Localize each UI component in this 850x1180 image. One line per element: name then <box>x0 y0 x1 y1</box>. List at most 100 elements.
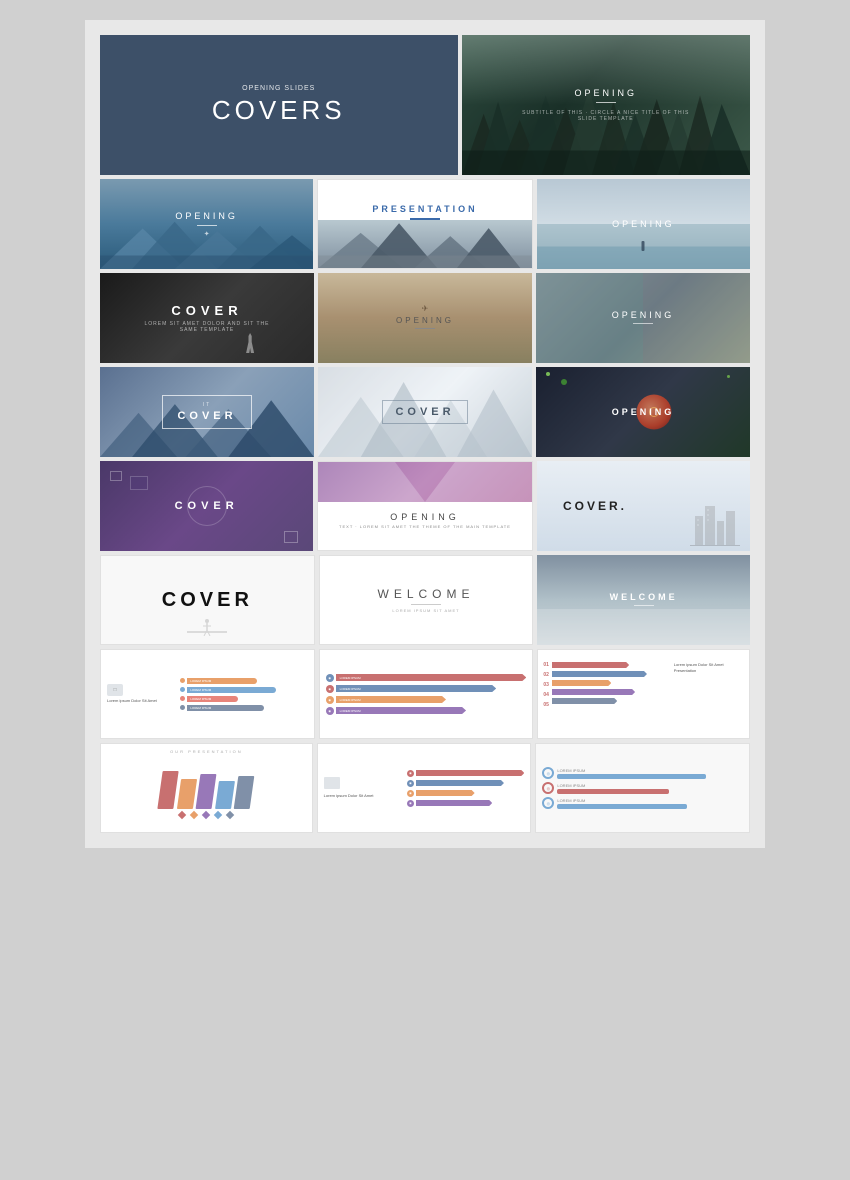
info6-label-3: LOREM IPSUM <box>557 798 743 803</box>
diamond-4 <box>214 810 222 818</box>
slide-infographic4[interactable]: OUR PRESENTATION <box>100 743 313 833</box>
slide-infographic5[interactable]: Lorem ipsum Dolor Sit Amet ◉ ◉ ◉ ◉ <box>317 743 532 833</box>
chevron-3: LOREM IPSUM <box>336 696 446 703</box>
icon-circle-3: ◉ <box>326 696 334 704</box>
flowers-text-area: OPENING TEXT · LOREM SIT AMET THE THEME … <box>339 512 511 529</box>
slide-mountains-blue[interactable]: OPENING ✦ <box>100 179 313 269</box>
slide-covers-main[interactable]: Opening Slides COVERS <box>100 35 458 175</box>
slide-opening-winter-title: OPENING <box>612 310 675 320</box>
slide-opening-winter[interactable]: OPENING <box>536 273 750 363</box>
info5-left: Lorem ipsum Dolor Sit Amet <box>324 777 404 798</box>
welcome-fog-divider <box>634 605 654 606</box>
ib4 <box>416 800 492 806</box>
num-03: 03 <box>543 682 549 688</box>
slide-cover-dark[interactable]: COVER LOREM SIT AMET DOLOR AND SIT THE S… <box>100 273 314 363</box>
num-04: 04 <box>543 692 549 698</box>
slide-cover-white-big[interactable]: COVER <box>100 555 315 645</box>
row-8: OUR PRESENTATION Lorem ipsum Dolor <box>100 743 750 833</box>
diamond-5 <box>226 810 234 818</box>
row-2: OPENING ✦ PRESENTATION <box>100 179 750 269</box>
welcome-divider <box>411 604 441 605</box>
bar-4: LOREM IPSUM <box>187 705 263 711</box>
diamonds-row <box>179 812 233 818</box>
diag-shapes-container <box>160 771 252 809</box>
slide-opening-city[interactable]: OPENING <box>536 367 750 457</box>
info2-row-3: ◉ LOREM IPSUM <box>326 696 527 704</box>
person-silhouette <box>246 333 254 353</box>
platform-bg <box>187 611 227 636</box>
bar-row-1: LOREM IPSUM <box>180 678 307 684</box>
slide-infographic6[interactable]: ◎ LOREM IPSUM ◎ LOREM IPSUM ◎ LOREM IPSU… <box>535 743 750 833</box>
ic3: ◉ <box>407 790 414 797</box>
b5 <box>552 698 617 704</box>
row-3: COVER LOREM SIT AMET DOLOR AND SIT THE S… <box>100 273 750 363</box>
bars-column <box>552 654 671 704</box>
bar-1: LOREM IPSUM <box>187 678 257 684</box>
bar-row-2: LOREM IPSUM <box>180 687 307 693</box>
diag-5 <box>234 776 255 809</box>
diag-3 <box>196 774 217 809</box>
diamond-1 <box>178 810 186 818</box>
mountain-svg-small <box>318 220 531 268</box>
diag-4 <box>215 781 235 809</box>
slide-opening-book[interactable]: ✈ OPENING <box>318 273 532 363</box>
divider <box>197 225 217 226</box>
ic2: ◉ <box>407 780 414 787</box>
ic4: ◉ <box>407 800 414 807</box>
circle-icon-2: ◎ <box>542 782 554 794</box>
circle-icon-3: ◎ <box>542 797 554 809</box>
slide-infographic1[interactable]: □ Lorem ipsum Dolor Sit Amet LOREM IPSUM <box>100 649 315 739</box>
info6-label-1: LOREM IPSUM <box>557 768 743 773</box>
slide-welcome-fog[interactable]: WELCOME <box>537 555 750 645</box>
row-7: □ Lorem ipsum Dolor Sit Amet LOREM IPSUM <box>100 649 750 739</box>
info5-row1: ◉ <box>407 770 524 777</box>
slide-opening-flowers-title: OPENING <box>390 512 460 522</box>
slide-cover-box-white[interactable]: COVER <box>318 367 532 457</box>
wall-art-2 <box>130 476 148 490</box>
info5-caption: Lorem ipsum Dolor Sit Amet <box>324 793 404 798</box>
slide-opening-forest[interactable]: OPENING SUBTITLE OF THIS · CIRCLE A NICE… <box>462 35 751 175</box>
slide-cover-box-white-title: COVER <box>395 406 454 418</box>
slide-opening-flowers[interactable]: OPENING TEXT · LOREM SIT AMET THE THEME … <box>317 461 532 551</box>
slide-cover-building[interactable]: COVER. <box>537 461 750 551</box>
num-01: 01 <box>543 662 549 668</box>
row-5: COVER OPENING TEXT · LOREM SIT AMET THE … <box>100 461 750 551</box>
slide-welcome-fog-title: WELCOME <box>610 592 678 602</box>
slide-opening-mountains: OPENING <box>175 211 238 221</box>
info5-row4: ◉ <box>407 800 524 807</box>
slide-infographic3[interactable]: 01 02 03 04 05 Lorem ipsum Dolor Sit Ame… <box>537 649 750 739</box>
slide-divider <box>596 102 616 103</box>
infographic3-caption: Lorem ipsum Dolor Sit Amet Presentation <box>674 662 744 673</box>
slide-presentation-title: PRESENTATION <box>372 204 477 214</box>
slide-cover-purple[interactable]: COVER <box>100 461 313 551</box>
dot-1 <box>180 678 185 683</box>
info6-text-2: LOREM IPSUM <box>557 783 743 794</box>
info6-bar-1 <box>557 774 706 779</box>
icon-circle-2: ◉ <box>326 685 334 693</box>
slide-presentation-white[interactable]: PRESENTATION <box>317 179 532 269</box>
box-outline-blue: IT COVER <box>162 395 251 429</box>
icon-circle-1: ◉ <box>326 674 334 682</box>
our-presentation-label: OUR PRESENTATION <box>170 749 243 754</box>
compass-icon: ✦ <box>204 230 210 238</box>
slide-welcome-title: WELCOME <box>378 587 475 601</box>
ib1 <box>416 770 524 776</box>
box-outline-white: COVER <box>382 400 467 424</box>
info2-row-4: ◉ LOREM IPSUM <box>326 707 527 715</box>
slide-opening-lake[interactable]: OPENING <box>537 179 750 269</box>
slide-cover-building-title: COVER. <box>563 499 627 513</box>
divider-dark <box>410 218 440 220</box>
info5-bars: ◉ ◉ ◉ ◉ <box>407 770 524 807</box>
slide-cover-white-title: COVER <box>162 589 253 612</box>
diamond-2 <box>190 810 198 818</box>
slide-cover-box-blue[interactable]: IT COVER <box>100 367 314 457</box>
b1 <box>552 662 629 668</box>
slide-infographic2[interactable]: ◉ LOREM IPSUM ◉ LOREM IPSUM ◉ LOREM IPSU… <box>319 649 534 739</box>
slide-opening-title: OPENING <box>574 88 637 98</box>
slide-welcome-white[interactable]: WELCOME LOREM IPSUM SIT AMET <box>319 555 534 645</box>
info6-row2: ◎ LOREM IPSUM <box>542 782 743 794</box>
slide-cover-box-title: COVER <box>177 410 236 422</box>
bar-row-4: LOREM IPSUM <box>180 705 307 711</box>
row-1: Opening Slides COVERS <box>100 35 750 175</box>
wall-art-3 <box>284 531 298 543</box>
